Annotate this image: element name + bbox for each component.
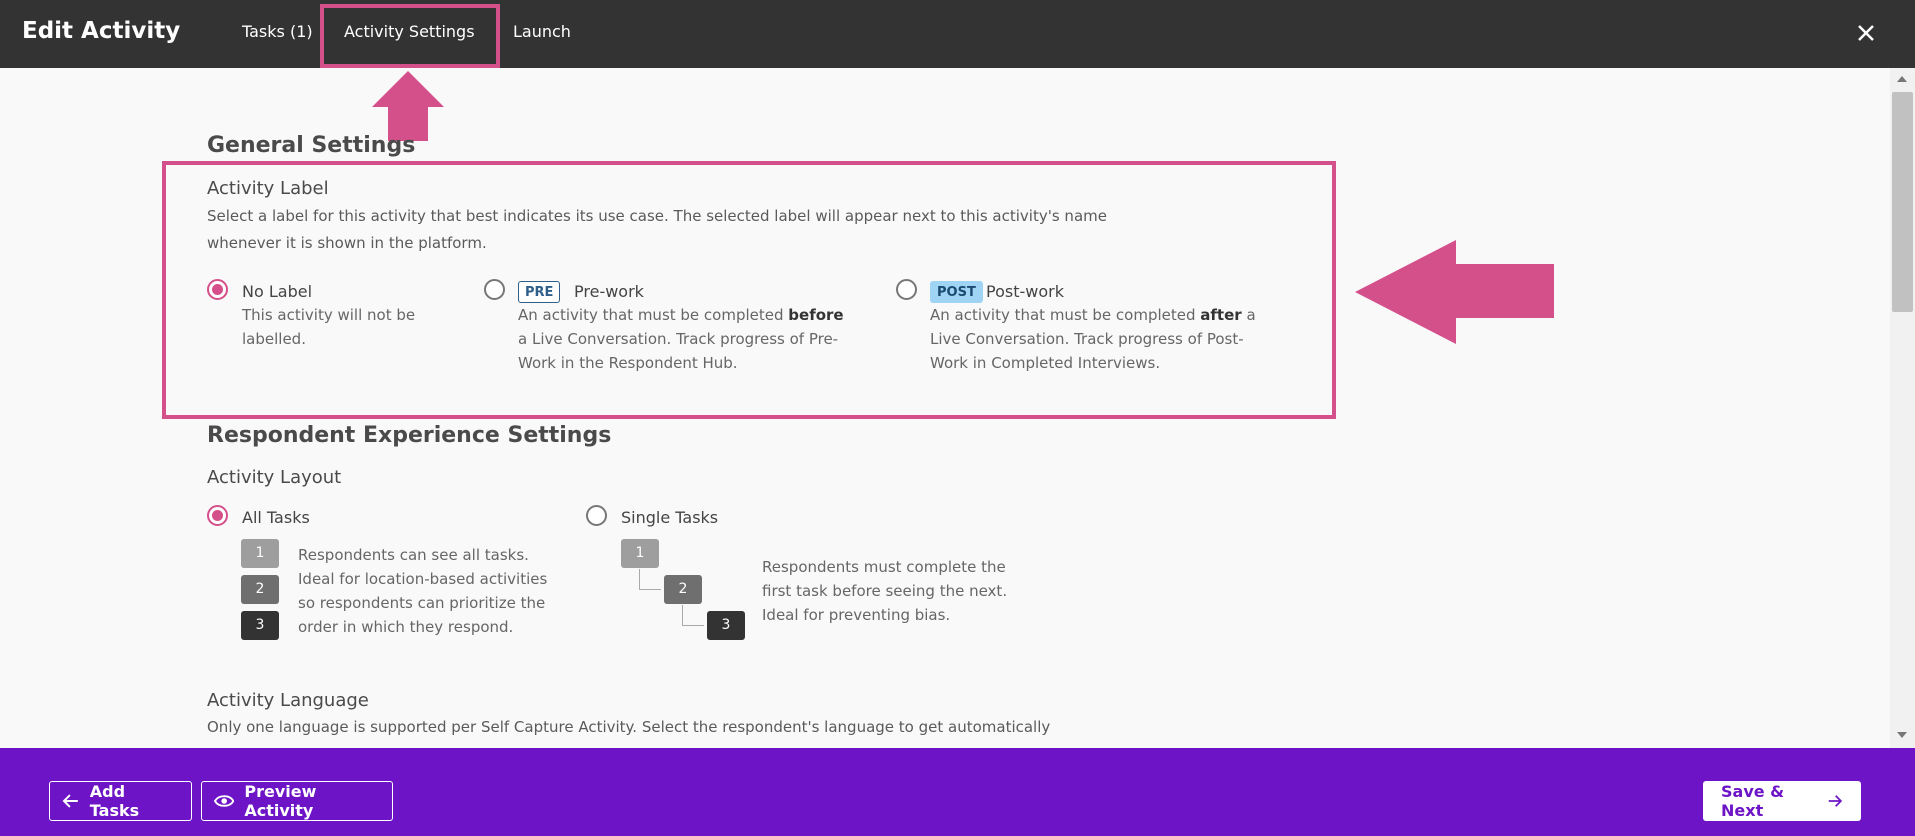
option-post-work-title: Post-work: [986, 282, 1064, 301]
activity-label-description: Select a label for this activity that be…: [207, 203, 1107, 257]
activity-language-title: Activity Language: [207, 690, 369, 711]
radio-no-label[interactable]: [207, 279, 228, 300]
eye-icon: [214, 795, 235, 807]
option-post-work-desc: An activity that must be completed after…: [930, 303, 1256, 375]
tab-launch[interactable]: Launch: [513, 22, 571, 41]
single-tasks-desc: Respondents must complete the first task…: [762, 555, 1007, 627]
single-tasks-number-2: 2: [664, 575, 702, 604]
activity-label-description-line2: whenever it is shown in the platform.: [207, 234, 487, 252]
arrow-left-icon: [62, 794, 78, 808]
scrollbar-thumb[interactable]: [1892, 92, 1913, 312]
option-post-work-desc-line1-end: a: [1241, 306, 1256, 324]
activity-label-description-line1: Select a label for this activity that be…: [207, 207, 1107, 225]
add-tasks-label: Add Tasks: [89, 782, 140, 820]
single-tasks-desc-line3: Ideal for preventing bias.: [762, 606, 951, 624]
single-tasks-desc-line2: first task before seeing the next.: [762, 582, 1008, 600]
all-tasks-number-1: 1: [241, 539, 279, 568]
option-no-label-desc-line2: labelled.: [242, 330, 306, 348]
activity-layout-title: Activity Layout: [207, 467, 342, 488]
radio-pre-work[interactable]: [484, 279, 505, 300]
option-no-label-desc-line1: This activity will not be: [242, 306, 416, 324]
activity-label-title: Activity Label: [207, 178, 329, 199]
option-pre-work-desc-emphasis: before: [788, 306, 844, 324]
arrow-right-icon: [1829, 795, 1843, 807]
radio-single-tasks[interactable]: [586, 505, 607, 526]
option-pre-work-desc: An activity that must be completed befor…: [518, 303, 844, 375]
radio-post-work[interactable]: [896, 279, 917, 300]
page-title: Edit Activity: [22, 18, 181, 44]
radio-all-tasks[interactable]: [207, 505, 228, 526]
all-tasks-desc-line1: Respondents can see all tasks.: [298, 546, 529, 564]
option-pre-work-desc-line3: Work in the Respondent Hub.: [518, 354, 738, 372]
close-icon[interactable]: [1852, 19, 1880, 47]
save-next-label: Save & Next: [1721, 782, 1785, 820]
option-post-work-desc-line2: Live Conversation. Track progress of Pos…: [930, 330, 1244, 348]
all-tasks-desc: Respondents can see all tasks. Ideal for…: [298, 543, 547, 639]
pre-badge: PRE: [518, 281, 561, 303]
all-tasks-number-3: 3: [241, 611, 279, 640]
single-tasks-label: Single Tasks: [621, 508, 719, 527]
preview-activity-button[interactable]: Preview Activity: [201, 781, 393, 821]
option-post-work-desc-emphasis: after: [1200, 306, 1242, 324]
all-tasks-desc-line2: Ideal for location-based activities: [298, 570, 548, 588]
tab-tasks[interactable]: Tasks (1): [242, 22, 313, 41]
option-pre-work-desc-line1: An activity that must be completed: [518, 306, 789, 324]
single-tasks-desc-line1: Respondents must complete the: [762, 558, 1006, 576]
single-tasks-number-3: 3: [707, 611, 745, 640]
respondent-settings-heading: Respondent Experience Settings: [207, 423, 612, 448]
post-badge: POST: [930, 281, 983, 303]
annotation-arrow-up-icon: [372, 71, 444, 141]
option-no-label-desc: This activity will not be labelled.: [242, 303, 415, 351]
all-tasks-label: All Tasks: [242, 508, 310, 527]
option-post-work-desc-line1: An activity that must be completed: [930, 306, 1201, 324]
save-next-button[interactable]: Save & Next: [1703, 781, 1861, 821]
scroll-up-icon[interactable]: [1897, 76, 1907, 82]
preview-activity-label: Preview Activity: [244, 782, 317, 820]
single-tasks-connector: [639, 569, 661, 590]
single-tasks-connector: [682, 605, 704, 626]
option-pre-work-desc-line2: a Live Conversation. Track progress of P…: [518, 330, 839, 348]
option-post-work-desc-line3: Work in Completed Interviews.: [930, 354, 1161, 372]
annotation-arrow-left-icon: [1355, 240, 1554, 344]
activity-language-desc: Only one language is supported per Self …: [207, 718, 1051, 736]
tab-highlight-annotation: [320, 4, 500, 68]
add-tasks-button[interactable]: Add Tasks: [49, 781, 192, 821]
single-tasks-number-1: 1: [621, 539, 659, 568]
option-pre-work-title: Pre-work: [574, 282, 644, 301]
all-tasks-desc-line4: order in which they respond.: [298, 618, 514, 636]
all-tasks-desc-line3: so respondents can prioritize the: [298, 594, 546, 612]
scroll-down-icon[interactable]: [1897, 732, 1907, 738]
option-no-label-title: No Label: [242, 282, 313, 301]
top-bar: Edit Activity Tasks (1) Activity Setting…: [0, 0, 1915, 68]
general-settings-heading: General Settings: [207, 133, 416, 158]
all-tasks-number-2: 2: [241, 575, 279, 604]
activity-label-highlight-annotation: [162, 161, 1336, 419]
